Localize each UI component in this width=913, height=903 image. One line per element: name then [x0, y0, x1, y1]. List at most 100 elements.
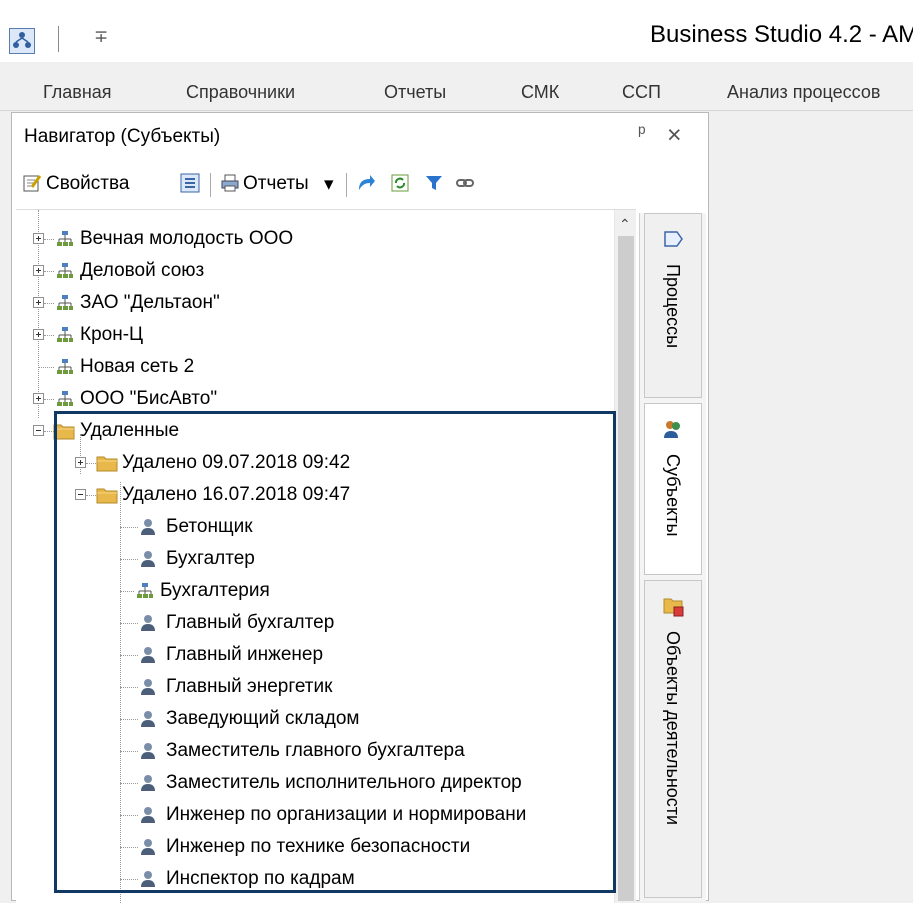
tree-item[interactable]: Бухгалтерия [16, 576, 614, 608]
title-bar: ∓ Business Studio 4.2 - AMSI [0, 0, 913, 62]
reports-button[interactable]: Отчеты [243, 173, 309, 195]
person-icon [141, 807, 155, 823]
tab-activity-objects[interactable]: Объекты деятельности [644, 580, 702, 898]
tree-scrollbar[interactable]: ⌃ [614, 210, 636, 903]
tree-item-root[interactable]: ЗАО "Дельтаон" [16, 288, 614, 320]
tree-item[interactable]: Заведующий складом [16, 704, 614, 736]
properties-button[interactable]: Свойства [46, 173, 129, 195]
tab-processes[interactable]: Процессы [644, 213, 702, 398]
tree-item-root[interactable]: Крон-Ц [16, 320, 614, 352]
filter-icon[interactable] [424, 173, 444, 193]
tree-item-label: Заведующий складом [166, 708, 360, 729]
tab-ssp[interactable]: ССП [622, 82, 661, 103]
tree-item-label: Вечная молодость ООО [80, 228, 294, 249]
expand-icon[interactable] [75, 457, 86, 468]
tree-item-root[interactable]: Деловой союз [16, 256, 614, 288]
refresh-icon[interactable] [390, 173, 410, 193]
tab-directories[interactable]: Справочники [186, 82, 295, 103]
tree-item[interactable]: Заместитель главного бухгалтера [16, 736, 614, 768]
expand-icon[interactable] [33, 297, 44, 308]
tree-item-root[interactable]: ООО "БисАвто" [16, 384, 614, 416]
person-icon [141, 615, 155, 631]
person-icon [141, 679, 155, 695]
side-tabs: Процессы Субъекты Объекты деятельности [639, 213, 706, 901]
tab-process-analysis[interactable]: Анализ процессов [727, 82, 880, 103]
navigator-panel: Навигатор (Субъекты) ᵖ × Свойства Отчеты… [11, 112, 709, 903]
person-icon [141, 871, 155, 887]
quick-access-customize-button[interactable]: ∓ [94, 27, 108, 47]
tree-item[interactable]: Инспектор по кадрам [16, 864, 614, 896]
tree-item-label: Крон-Ц [80, 324, 144, 345]
objects-icon [663, 598, 684, 617]
tab-label: Субъекты [663, 454, 683, 537]
app-icon[interactable] [9, 28, 35, 54]
person-icon [141, 551, 155, 567]
tree-item-label: Деловой союз [80, 260, 205, 281]
tree-item-deleted[interactable]: Удаленные [16, 416, 614, 448]
tab-home[interactable]: Главная [43, 82, 112, 103]
tree-item-folder[interactable]: Удалено 16.07.2018 09:47 [16, 480, 614, 512]
tree-item-label: Бухгалтер [166, 548, 255, 569]
tab-label: Процессы [663, 264, 683, 349]
tree-item[interactable]: Бухгалтер [16, 544, 614, 576]
tree-item-label: Инженер по организации и нормировани [166, 804, 527, 825]
navigator-header: Навигатор (Субъекты) ᵖ × [12, 113, 708, 160]
tree-item[interactable]: Главный энергетик [16, 672, 614, 704]
collapse-icon[interactable] [33, 425, 44, 436]
tree-item[interactable]: Главный бухгалтер [16, 608, 614, 640]
tree-item-label: Удаленные [80, 420, 180, 441]
navigator-toolbar: Свойства Отчеты ▾ [12, 159, 708, 209]
org-structure-icon [57, 263, 73, 278]
tree-item-label: Главный бухгалтер [166, 612, 335, 633]
expand-icon[interactable] [33, 393, 44, 404]
quick-access-separator [58, 26, 59, 52]
org-structure-icon [57, 359, 73, 374]
workspace-area [709, 112, 913, 901]
person-icon [141, 775, 155, 791]
tree-item[interactable]: Бетонщик [16, 512, 614, 544]
scroll-thumb[interactable] [618, 236, 634, 901]
tree-item-folder[interactable]: Удалено 09.07.2018 09:42 [16, 448, 614, 480]
grid-view-icon[interactable] [180, 173, 200, 193]
process-icon [664, 231, 683, 247]
expand-icon[interactable] [33, 329, 44, 340]
tree-item-label: Главный инженер [166, 644, 324, 665]
tree-item-label: ЗАО "Дельтаон" [80, 292, 220, 313]
chevron-down-icon[interactable]: ▾ [324, 173, 334, 196]
link-icon[interactable] [455, 173, 475, 193]
tree-item[interactable]: Инженер по технике безопасности [16, 832, 614, 864]
tree-item-label: Бухгалтерия [160, 580, 270, 601]
subjects-tree: Вечная молодость ООО Деловой союз ЗАО "Д… [16, 209, 636, 903]
tree-item-label: ООО "БисАвто" [80, 388, 218, 409]
org-structure-icon [57, 391, 73, 406]
tree-item[interactable]: Заместитель исполнительного директор [16, 768, 614, 800]
org-structure-icon [137, 583, 153, 598]
tree-item-root[interactable]: Вечная молодость ООО [16, 224, 614, 256]
expand-icon[interactable] [33, 265, 44, 276]
tree-item-label: Новая сеть 2 [80, 356, 195, 377]
go-to-icon[interactable] [356, 173, 376, 193]
tree-item-label: Удалено 16.07.2018 09:47 [122, 484, 351, 505]
tab-reports[interactable]: Отчеты [384, 82, 446, 103]
org-structure-icon [57, 295, 73, 310]
folder-icon [96, 488, 118, 504]
org-structure-icon [57, 231, 73, 246]
pin-icon[interactable]: ᵖ [638, 122, 646, 145]
window-title: Business Studio 4.2 - AMSI [650, 21, 913, 48]
tab-smk[interactable]: СМК [521, 82, 559, 103]
person-icon [141, 647, 155, 663]
person-icon [141, 519, 155, 535]
tree-item[interactable]: Инженер по организации и нормировани [16, 800, 614, 832]
navigator-title: Навигатор (Субъекты) [24, 126, 221, 147]
tree-item-root[interactable]: Новая сеть 2 [16, 352, 614, 384]
printer-icon [221, 174, 239, 192]
folder-icon [96, 456, 118, 472]
tab-subjects[interactable]: Субъекты [644, 403, 702, 575]
org-structure-icon [57, 327, 73, 342]
tree-item[interactable]: Главный инженер [16, 640, 614, 672]
expand-icon[interactable] [33, 233, 44, 244]
scroll-up-icon[interactable]: ⌃ [619, 216, 631, 233]
close-icon[interactable]: × [667, 121, 682, 150]
tree-item-label: Заместитель исполнительного директор [166, 772, 522, 793]
collapse-icon[interactable] [75, 489, 86, 500]
